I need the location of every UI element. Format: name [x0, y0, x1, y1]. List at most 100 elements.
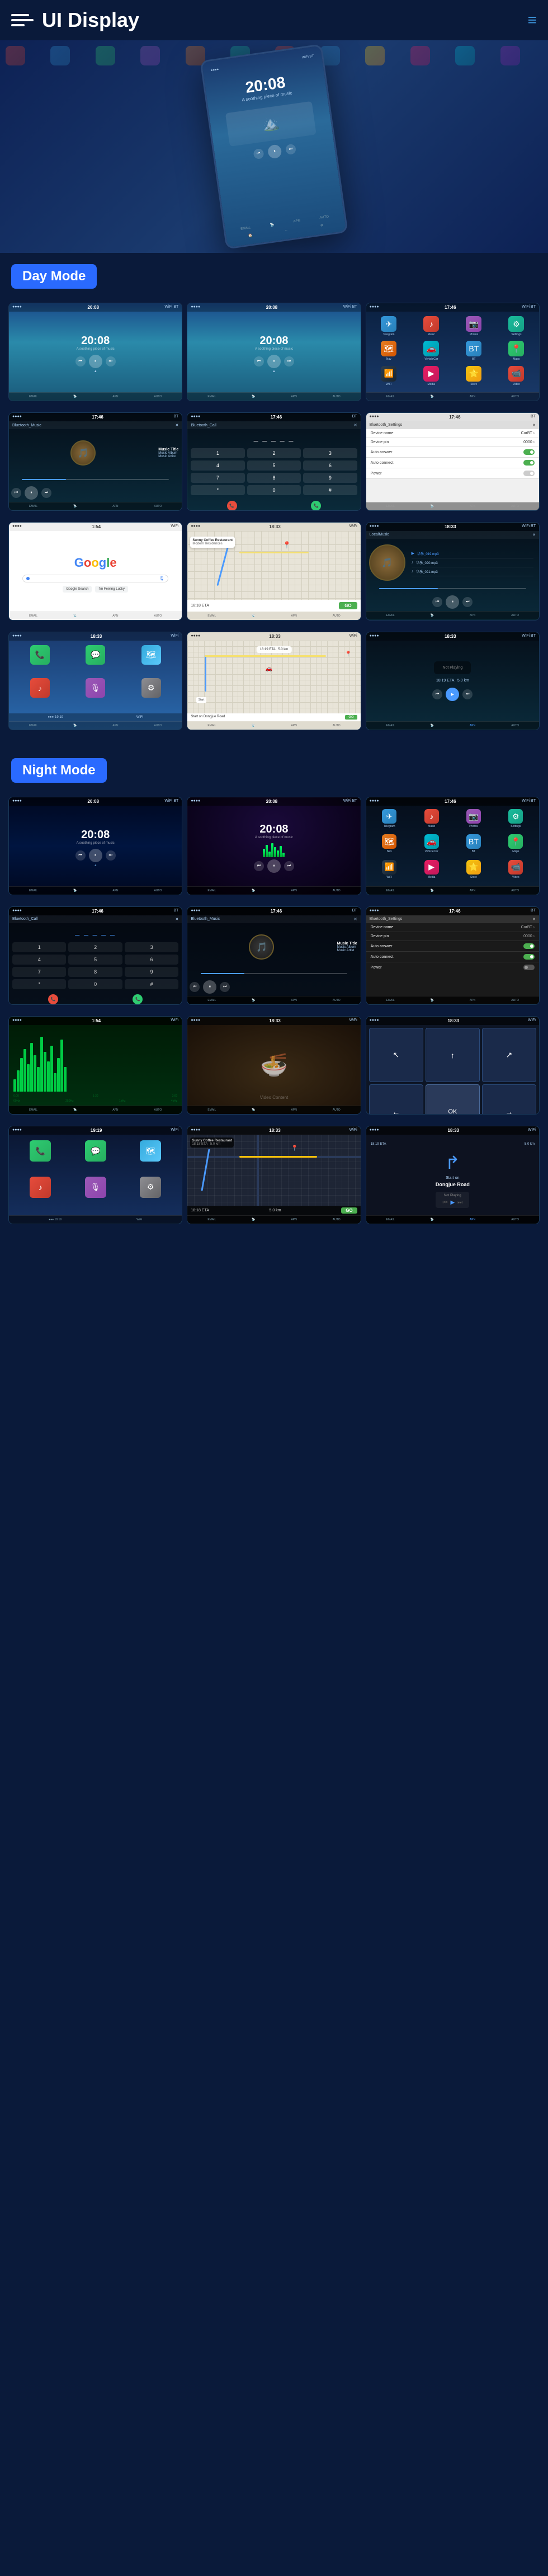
night-app-wifi[interactable]: 📶 WiFi: [370, 860, 409, 883]
app-telegram[interactable]: ✈ Telegram: [369, 316, 409, 338]
next-btn-2[interactable]: ⏭: [284, 356, 294, 366]
nav-btn-up[interactable]: ↑: [426, 1028, 480, 1082]
night-app-store[interactable]: ⭐ Store: [453, 860, 493, 883]
bt-next[interactable]: ⏭: [41, 488, 51, 498]
setting-auto-answer[interactable]: Auto answer: [366, 447, 539, 458]
key-4[interactable]: 4: [191, 460, 244, 471]
nav-btn-tr[interactable]: ↗: [482, 1028, 536, 1082]
night-call[interactable]: 📞: [133, 994, 143, 1004]
auto-connect-toggle[interactable]: [523, 460, 535, 466]
night-bt-prev[interactable]: ⏮: [190, 982, 200, 992]
night-app-telegram[interactable]: ✈ Telegram: [370, 809, 409, 832]
music-item-2[interactable]: ♪ 华乐_020.mp3: [412, 558, 533, 567]
night-prev-2[interactable]: ⏮: [254, 861, 264, 871]
menu-icon[interactable]: [11, 9, 34, 31]
ios-settings-2[interactable]: ⚙: [125, 678, 177, 709]
night-key-star[interactable]: *: [12, 979, 66, 989]
google-lucky-btn[interactable]: I'm Feeling Lucky: [95, 586, 128, 593]
key-1[interactable]: 1: [191, 448, 244, 458]
night-key-6[interactable]: 6: [125, 955, 178, 965]
setting-auto-connect[interactable]: Auto connect: [366, 458, 539, 468]
nav-btn-right[interactable]: →: [482, 1084, 536, 1114]
key-star[interactable]: *: [191, 485, 244, 495]
app-photos[interactable]: 📷 Photos: [454, 316, 494, 338]
ios-messages[interactable]: 💬: [69, 645, 121, 675]
nav-btn-tl[interactable]: ↖: [369, 1028, 423, 1082]
night-key-1[interactable]: 1: [12, 942, 66, 952]
app-video[interactable]: 📹 Video: [497, 366, 536, 388]
night-key-9[interactable]: 9: [125, 967, 178, 977]
key-7[interactable]: 7: [191, 473, 244, 483]
night-key-5[interactable]: 5: [68, 955, 122, 965]
app-media[interactable]: ▶ Media: [412, 366, 451, 388]
night-next-2[interactable]: ⏭: [284, 861, 294, 871]
nav-btn-left[interactable]: ←: [369, 1084, 423, 1114]
app-bt[interactable]: BT BT: [454, 341, 494, 363]
ios-music[interactable]: ♪: [13, 678, 66, 709]
key-3[interactable]: 3: [303, 448, 357, 458]
night-bt-play[interactable]: ⏸: [203, 980, 216, 994]
bt-play[interactable]: ⏸: [25, 486, 38, 500]
music-item-1[interactable]: ▶ 华乐_019.mp3: [412, 549, 533, 558]
mic-icon[interactable]: 🎙: [159, 576, 164, 581]
night-next-1[interactable]: ⏭: [106, 850, 116, 861]
night-ios-podcast-2[interactable]: 🎙: [69, 1177, 121, 1210]
night-app-settings[interactable]: ⚙ Settings: [496, 809, 536, 832]
google-search-bar[interactable]: 🎙: [22, 575, 168, 582]
ios-phone[interactable]: 📞: [13, 645, 66, 675]
app-store[interactable]: ⭐ Store: [454, 366, 494, 388]
night-app-video[interactable]: 📹 Video: [496, 860, 536, 883]
night-setting-connect[interactable]: Auto connect: [366, 952, 539, 962]
call-btn[interactable]: 📞: [311, 501, 321, 510]
night-ios-phone[interactable]: 📞: [15, 1140, 66, 1173]
night-answer-toggle[interactable]: [523, 943, 535, 949]
key-8[interactable]: 8: [247, 473, 301, 483]
night-key-4[interactable]: 4: [12, 955, 66, 965]
key-5[interactable]: 5: [247, 460, 301, 471]
night-app-photos[interactable]: 📷 Photos: [453, 809, 493, 832]
np-play[interactable]: ▶: [446, 688, 459, 701]
night-prev-1[interactable]: ⏮: [75, 850, 86, 861]
go-button-2[interactable]: GO: [345, 715, 357, 720]
night-app-nav[interactable]: 🗺 Nav: [370, 834, 409, 857]
night-key-8[interactable]: 8: [68, 967, 122, 977]
night-app-bt[interactable]: BT BT: [453, 834, 493, 857]
np-night-next[interactable]: ⏭: [457, 1200, 462, 1206]
local-next[interactable]: ⏭: [462, 597, 473, 607]
night-ios-music-2[interactable]: ♪: [15, 1177, 66, 1210]
app-wifi[interactable]: 📶 WiFi: [369, 366, 409, 388]
music-item-3[interactable]: ♪ 华乐_021.mp3: [412, 567, 533, 576]
nav-btn-enter[interactable]: OK: [426, 1084, 480, 1114]
np-night-prev[interactable]: ⏮: [442, 1200, 447, 1206]
night-hangup[interactable]: 📞: [48, 994, 58, 1004]
prev-btn-2[interactable]: ⏮: [254, 356, 264, 366]
app-music[interactable]: ♪ Music: [412, 316, 451, 338]
night-setting-power[interactable]: Power: [366, 962, 539, 972]
local-play[interactable]: ⏸: [446, 595, 459, 609]
np-prev[interactable]: ⏮: [432, 689, 442, 699]
app-nav[interactable]: 🗺 Nav: [369, 341, 409, 363]
power-toggle[interactable]: [523, 471, 535, 476]
night-play-2[interactable]: ⏸: [267, 859, 281, 873]
night-key-hash[interactable]: #: [125, 979, 178, 989]
prev-btn-1[interactable]: ⏮: [75, 356, 86, 366]
play-btn-1[interactable]: ⏸: [89, 355, 102, 368]
night-play-1[interactable]: ⏸: [89, 849, 102, 862]
night-key-3[interactable]: 3: [125, 942, 178, 952]
night-key-0[interactable]: 0: [68, 979, 122, 989]
play-btn-2[interactable]: ⏸: [267, 355, 281, 368]
night-bt-next[interactable]: ⏭: [220, 982, 230, 992]
night-power-toggle[interactable]: [523, 965, 535, 970]
go-button[interactable]: GO: [339, 602, 357, 609]
nav-icon[interactable]: ≡: [528, 11, 537, 29]
night-setting-answer[interactable]: Auto answer: [366, 941, 539, 952]
night-app-car[interactable]: 🚗 VehicleCar: [412, 834, 451, 857]
np-next[interactable]: ⏭: [462, 689, 473, 699]
night-key-7[interactable]: 7: [12, 967, 66, 977]
next-btn-1[interactable]: ⏭: [106, 356, 116, 366]
app-settings[interactable]: ⚙ Settings: [497, 316, 536, 338]
key-2[interactable]: 2: [247, 448, 301, 458]
night-app-media[interactable]: ▶ Media: [412, 860, 451, 883]
key-0[interactable]: 0: [247, 485, 301, 495]
auto-answer-toggle[interactable]: [523, 449, 535, 455]
